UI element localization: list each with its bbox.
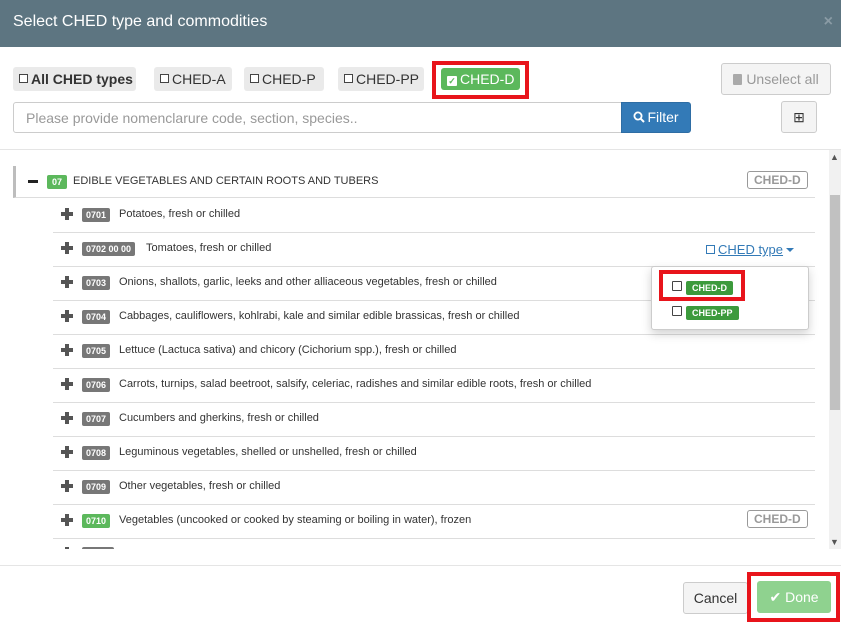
commodity-label: Cucumbers and gherkins, fresh or chilled bbox=[119, 412, 319, 424]
expand-all-button[interactable]: ⊞ bbox=[781, 101, 817, 133]
unselect-all-button[interactable]: Unselect all bbox=[721, 63, 831, 95]
checkmark-icon: ✔ bbox=[769, 589, 786, 605]
commodity-code-badge bbox=[82, 547, 114, 549]
commodity-label: EDIBLE VEGETABLES AND CERTAIN ROOTS AND … bbox=[73, 175, 379, 187]
cancel-button[interactable]: Cancel bbox=[683, 582, 748, 614]
ched-d-button[interactable]: ✓ CHED-D bbox=[441, 68, 520, 90]
checkbox-icon bbox=[19, 74, 28, 83]
ched-tag: CHED-D bbox=[747, 171, 808, 189]
ched-pp-label: CHED-PP bbox=[356, 71, 420, 87]
commodity-label: Onions, shallots, garlic, leeks and othe… bbox=[119, 276, 497, 288]
collapse-icon[interactable] bbox=[28, 180, 38, 183]
checkmark-icon: ✓ bbox=[447, 76, 457, 86]
ched-d-label: CHED-D bbox=[460, 71, 515, 87]
commodity-code-badge: 0708 bbox=[82, 446, 111, 460]
expand-plus-icon[interactable] bbox=[61, 378, 73, 390]
commodity-code-badge: 0707 bbox=[82, 412, 111, 426]
commodity-code-badge: 07 bbox=[47, 175, 68, 189]
divider bbox=[0, 565, 841, 566]
tree-row[interactable]: 0702 00 00 Tomatoes, fresh or chilled bbox=[53, 233, 815, 267]
commodity-code-badge: 0705 bbox=[82, 344, 111, 358]
scroll-thumb[interactable] bbox=[830, 195, 840, 410]
all-ched-types-button[interactable]: All CHED types bbox=[13, 67, 136, 91]
commodity-label: Other vegetables, fresh or chilled bbox=[119, 480, 281, 492]
checkbox-icon bbox=[250, 74, 259, 83]
expand-plus-icon[interactable] bbox=[61, 242, 73, 254]
expand-plus-icon[interactable] bbox=[61, 547, 73, 549]
commodity-label: Leguminous vegetables, shelled or unshel… bbox=[119, 446, 417, 458]
commodity-code-badge: 0706 bbox=[82, 378, 111, 392]
tree-row[interactable]: 0705 Lettuce (Lactuca sativa) and chicor… bbox=[53, 335, 815, 369]
expand-plus-icon[interactable] bbox=[61, 514, 73, 526]
expand-plus-icon[interactable] bbox=[61, 276, 73, 288]
ched-pp-button[interactable]: CHED-PP bbox=[338, 67, 424, 91]
tree-row[interactable]: 0707 Cucumbers and gherkins, fresh or ch… bbox=[53, 403, 815, 437]
done-button[interactable]: ✔ Done bbox=[757, 581, 831, 613]
ched-tag: CHED-D bbox=[747, 510, 808, 528]
commodity-label: Carrots, turnips, salad beetroot, salsif… bbox=[119, 378, 592, 390]
ched-a-label: CHED-A bbox=[172, 71, 226, 87]
dialog-header: Select CHED type and commodities × bbox=[0, 0, 841, 47]
commodity-code-badge: 0703 bbox=[82, 276, 111, 290]
tree-row-partial[interactable] bbox=[53, 539, 815, 549]
close-icon[interactable]: × bbox=[824, 13, 833, 31]
filter-button[interactable]: Filter bbox=[621, 102, 691, 133]
commodity-code-badge: 0702 00 00 bbox=[82, 242, 136, 256]
commodity-label: Vegetables (uncooked or cooked by steami… bbox=[119, 514, 472, 526]
ched-p-label: CHED-P bbox=[262, 71, 316, 87]
ched-pp-option-label[interactable]: CHED-PP bbox=[686, 306, 739, 320]
scroll-up-icon[interactable]: ▲ bbox=[830, 152, 839, 162]
search-input[interactable] bbox=[13, 102, 622, 133]
filter-label: Filter bbox=[647, 109, 679, 125]
commodity-label: Tomatoes, fresh or chilled bbox=[146, 242, 272, 254]
ched-type-link-label: CHED type bbox=[718, 242, 784, 257]
tree-row[interactable]: 0709 Other vegetables, fresh or chilled bbox=[53, 471, 815, 505]
ched-type-dropdown-toggle[interactable]: CHED type bbox=[706, 242, 795, 257]
expand-icon: ⊞ bbox=[793, 109, 805, 125]
highlight-box bbox=[659, 270, 745, 301]
caret-down-icon bbox=[786, 248, 795, 252]
tree-scrollbar[interactable]: ▲ ▼ bbox=[829, 150, 841, 549]
checkbox-icon bbox=[344, 74, 353, 83]
commodity-label: Potatoes, fresh or chilled bbox=[119, 208, 241, 220]
ched-pp-option-checkbox[interactable] bbox=[672, 306, 682, 316]
all-ched-types-label: All CHED types bbox=[31, 71, 133, 87]
expand-plus-icon[interactable] bbox=[61, 310, 73, 322]
dialog-title: Select CHED type and commodities bbox=[13, 13, 268, 30]
commodity-code-badge: 0701 bbox=[82, 208, 111, 222]
tree-row[interactable]: 0706 Carrots, turnips, salad beetroot, s… bbox=[53, 369, 815, 403]
tree-row[interactable]: 0701 Potatoes, fresh or chilled bbox=[53, 199, 815, 233]
scroll-down-icon[interactable]: ▼ bbox=[830, 537, 839, 547]
checkbox-icon bbox=[706, 245, 715, 254]
commodity-code-badge: 0709 bbox=[82, 480, 111, 494]
ched-a-button[interactable]: CHED-A bbox=[154, 67, 232, 91]
commodity-code-badge: 0704 bbox=[82, 310, 111, 324]
tree-parent-row[interactable]: 07 EDIBLE VEGETABLES AND CERTAIN ROOTS A… bbox=[13, 166, 815, 198]
tree-row[interactable]: 0710 Vegetables (uncooked or cooked by s… bbox=[53, 505, 815, 539]
tree-row[interactable]: 0708 Leguminous vegetables, shelled or u… bbox=[53, 437, 815, 471]
expand-plus-icon[interactable] bbox=[61, 344, 73, 356]
expand-plus-icon[interactable] bbox=[61, 446, 73, 458]
trash-icon bbox=[733, 74, 743, 85]
done-label: Done bbox=[785, 589, 819, 605]
expand-plus-icon[interactable] bbox=[61, 412, 73, 424]
commodity-label: Lettuce (Lactuca sativa) and chicory (Ci… bbox=[119, 344, 457, 356]
ched-p-button[interactable]: CHED-P bbox=[244, 67, 324, 91]
commodity-tree[interactable]: 07 EDIBLE VEGETABLES AND CERTAIN ROOTS A… bbox=[0, 150, 829, 549]
commodity-label: Cabbages, cauliflowers, kohlrabi, kale a… bbox=[119, 310, 520, 322]
expand-plus-icon[interactable] bbox=[61, 208, 73, 220]
checkbox-icon bbox=[160, 74, 169, 83]
search-icon bbox=[633, 111, 646, 123]
expand-plus-icon[interactable] bbox=[61, 480, 73, 492]
commodity-code-badge: 0710 bbox=[82, 514, 111, 528]
unselect-all-label: Unselect all bbox=[746, 71, 819, 87]
